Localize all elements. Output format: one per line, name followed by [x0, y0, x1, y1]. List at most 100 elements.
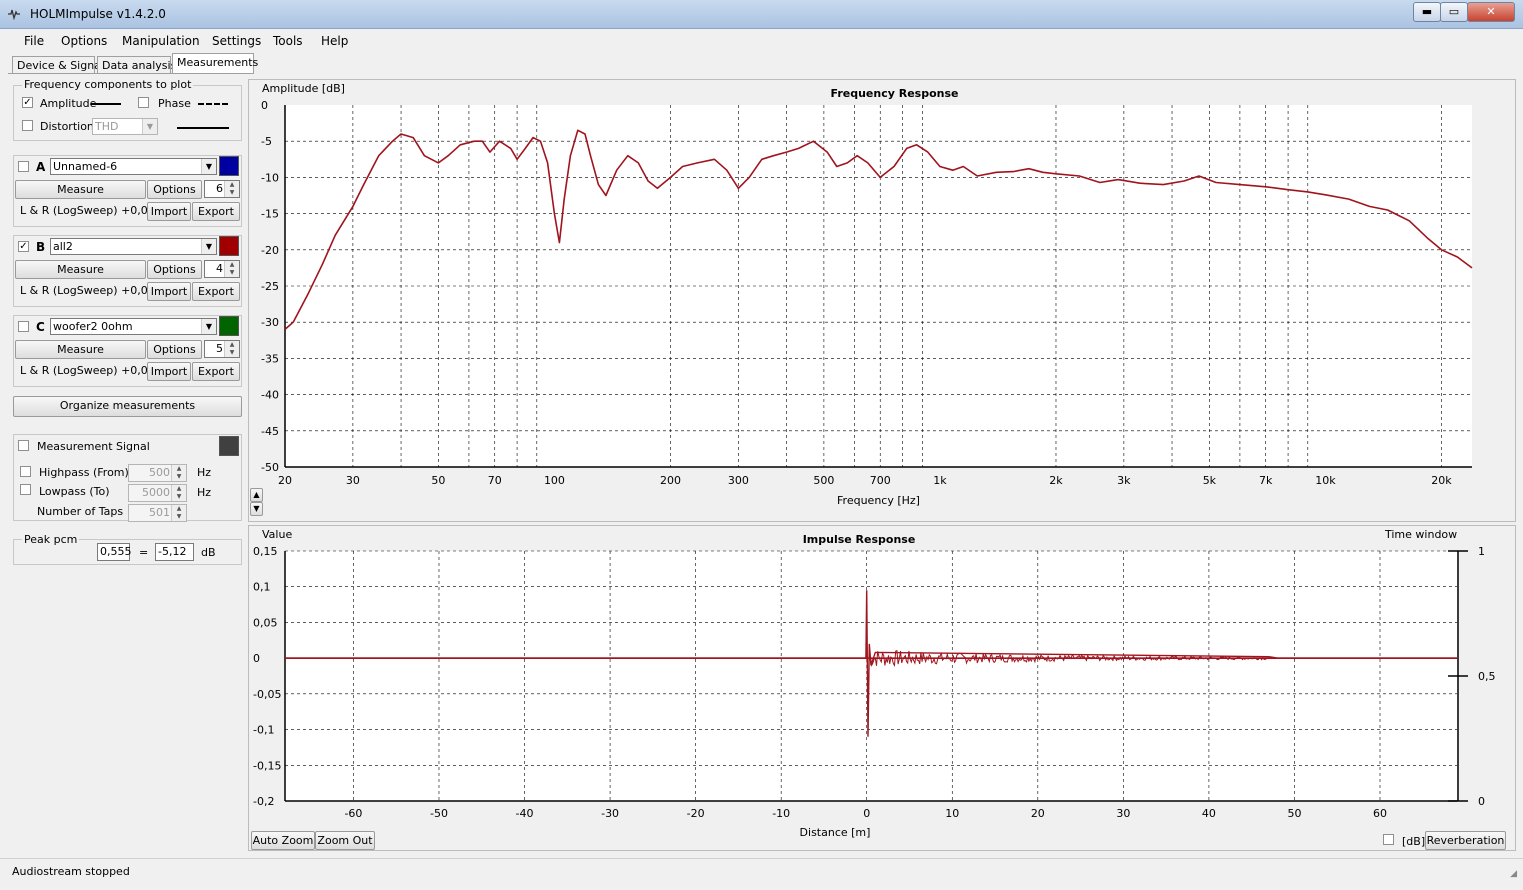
measurement-c-import-button[interactable]: Import [147, 362, 191, 381]
y-tick-label: -5 [261, 135, 272, 148]
lowpass-spinner[interactable]: 5000 ▲ ▼ [128, 484, 187, 502]
highpass-spinner[interactable]: 500 ▲ ▼ [128, 464, 187, 482]
measurement-a-count-spinner[interactable]: 6 ▲ ▼ [204, 180, 240, 198]
resize-grip-icon[interactable]: ◢ [1510, 869, 1517, 879]
measurement-c-checkbox[interactable] [18, 321, 29, 332]
spinner-arrows-icon: ▲ ▼ [171, 505, 186, 521]
menu-file[interactable]: File [24, 34, 44, 48]
x-tick-label: 7k [1259, 474, 1273, 487]
x-axis-label: Frequency [Hz] [837, 494, 920, 507]
app-icon [8, 9, 20, 21]
chevron-down-icon: ▼ [201, 159, 216, 174]
measurement-c-count-spinner[interactable]: 5 ▲ ▼ [204, 340, 240, 358]
y-tick-label: 0,15 [253, 545, 278, 558]
measurement-b-color-swatch[interactable] [219, 236, 239, 256]
measurement-a-letter: A [36, 160, 46, 174]
measurement-b-name: all2 [53, 240, 73, 253]
y-axis-label: Value [262, 528, 292, 541]
measurement-b-checkbox[interactable]: ✓ [18, 241, 29, 252]
highpass-checkbox[interactable] [20, 466, 31, 477]
menu-settings[interactable]: Settings [212, 34, 261, 48]
status-bar: Audiostream stopped ◢ [0, 858, 1523, 890]
taps-spinner[interactable]: 501 ▲ ▼ [128, 504, 187, 522]
tab-device-signal[interactable]: Device & Signal [12, 56, 104, 73]
y-tick-label: -15 [261, 208, 279, 221]
distortion-checkbox[interactable] [22, 120, 33, 131]
scroll-up-button[interactable]: ▲ [250, 488, 263, 502]
measurement-a-name: Unnamed-6 [53, 160, 118, 173]
menu-options[interactable]: Options [61, 34, 107, 48]
x-tick-label: 10k [1315, 474, 1336, 487]
impulse-response-chart[interactable]: -60 -50 -40 -30 -20 -10 0 10 20 30 40 50 600,150,10,… [249, 526, 1515, 850]
time-window-tick-label: 1 [1478, 545, 1485, 558]
y-tick-label: -10 [261, 171, 279, 184]
zoom-out-button[interactable]: Zoom Out [315, 831, 375, 850]
x-tick-label: 30 [1116, 807, 1130, 820]
organize-measurements-button[interactable]: Organize measurements [13, 396, 242, 417]
lowpass-checkbox[interactable] [20, 484, 31, 495]
measurement-b-count-spinner[interactable]: 4 ▲ ▼ [204, 260, 240, 278]
close-button[interactable]: ✕ [1467, 2, 1515, 22]
lowpass-unit: Hz [197, 486, 212, 499]
distortion-label: Distortion [40, 120, 94, 133]
scroll-down-button[interactable]: ▼ [250, 502, 263, 516]
spinner-arrows-icon: ▲ ▼ [224, 261, 239, 277]
measurement-c-name-select[interactable]: woofer2 0ohm ▼ [50, 318, 217, 335]
measurement-b-import-button[interactable]: Import [147, 282, 191, 301]
peak-pcm-field[interactable]: 0,555 [97, 543, 132, 561]
tab-divider [8, 73, 254, 74]
x-tick-label: 3k [1117, 474, 1131, 487]
measurement-c-measure-button[interactable]: Measure [15, 340, 146, 359]
measurement-c-info: L & R (LogSweep) +0,0dB [20, 364, 163, 377]
y-axis-label: Amplitude [dB] [262, 82, 345, 95]
tab-measurements[interactable]: Measurements [172, 53, 258, 74]
time-window-tick-label: 0 [1478, 795, 1485, 808]
measurement-a-name-select[interactable]: Unnamed-6 ▼ [50, 158, 217, 175]
measurement-c-options-button[interactable]: Options [147, 340, 202, 359]
peak-legend: Peak pcm [22, 533, 80, 546]
reverberation-button[interactable]: Reverberation [1425, 831, 1506, 850]
measurement-a-color-swatch[interactable] [219, 156, 239, 176]
auto-zoom-button[interactable]: Auto Zoom [251, 831, 315, 850]
distortion-select[interactable]: THD ▼ [92, 118, 158, 135]
lowpass-label: Lowpass (To) [39, 485, 110, 498]
menu-tools[interactable]: Tools [273, 34, 303, 48]
measurement-a-info: L & R (LogSweep) +0,0dB [20, 204, 163, 217]
x-tick-label: -20 [687, 807, 705, 820]
spinner-arrows-icon: ▲ ▼ [224, 181, 239, 197]
measurement-signal-color-swatch[interactable] [219, 436, 239, 456]
menu-help[interactable]: Help [321, 34, 348, 48]
measurement-c-export-button[interactable]: Export [192, 362, 240, 381]
y-tick-label: 0 [261, 99, 268, 112]
spinner-arrows-icon: ▲ ▼ [171, 485, 186, 501]
measurement-b-export-button[interactable]: Export [192, 282, 240, 301]
measurement-a-export-button[interactable]: Export [192, 202, 240, 221]
db-checkbox[interactable] [1383, 834, 1394, 845]
minimize-button[interactable]: ▬ [1413, 2, 1441, 22]
x-tick-label: -40 [516, 807, 534, 820]
peak-db-unit: dB [201, 546, 216, 559]
frequency-response-chart[interactable]: 0 -5 -10 -15 -20 -25 -30 -35 -40 -45 -5020 30 50 70 10… [249, 80, 1515, 521]
status-text: Audiostream stopped [12, 865, 130, 878]
y-tick-label: -0,1 [253, 724, 274, 737]
menu-manipulation[interactable]: Manipulation [122, 34, 200, 48]
peak-db-field[interactable]: -5,12 [155, 543, 194, 561]
amplitude-checkbox[interactable]: ✓ [22, 97, 33, 108]
tab-data-analysis[interactable]: Data analysis [97, 56, 176, 73]
measurement-b-letter: B [36, 240, 46, 254]
measurement-a-import-button[interactable]: Import [147, 202, 191, 221]
measurement-c-color-swatch[interactable] [219, 316, 239, 336]
measurement-signal-label: Measurement Signal [37, 440, 150, 453]
maximize-button[interactable]: ▭ [1440, 2, 1468, 22]
measurement-b-options-button[interactable]: Options [147, 260, 202, 279]
measurement-a-options-button[interactable]: Options [147, 180, 202, 199]
measurement-a-checkbox[interactable] [18, 161, 29, 172]
taps-value: 501 [149, 506, 170, 519]
y-tick-label: -45 [261, 425, 279, 438]
measurement-a-measure-button[interactable]: Measure [15, 180, 146, 199]
measurement-b-name-select[interactable]: all2 ▼ [50, 238, 217, 255]
x-tick-label: 60 [1373, 807, 1387, 820]
measurement-b-measure-button[interactable]: Measure [15, 260, 146, 279]
phase-checkbox[interactable] [138, 97, 149, 108]
measurement-signal-checkbox[interactable] [18, 440, 29, 451]
